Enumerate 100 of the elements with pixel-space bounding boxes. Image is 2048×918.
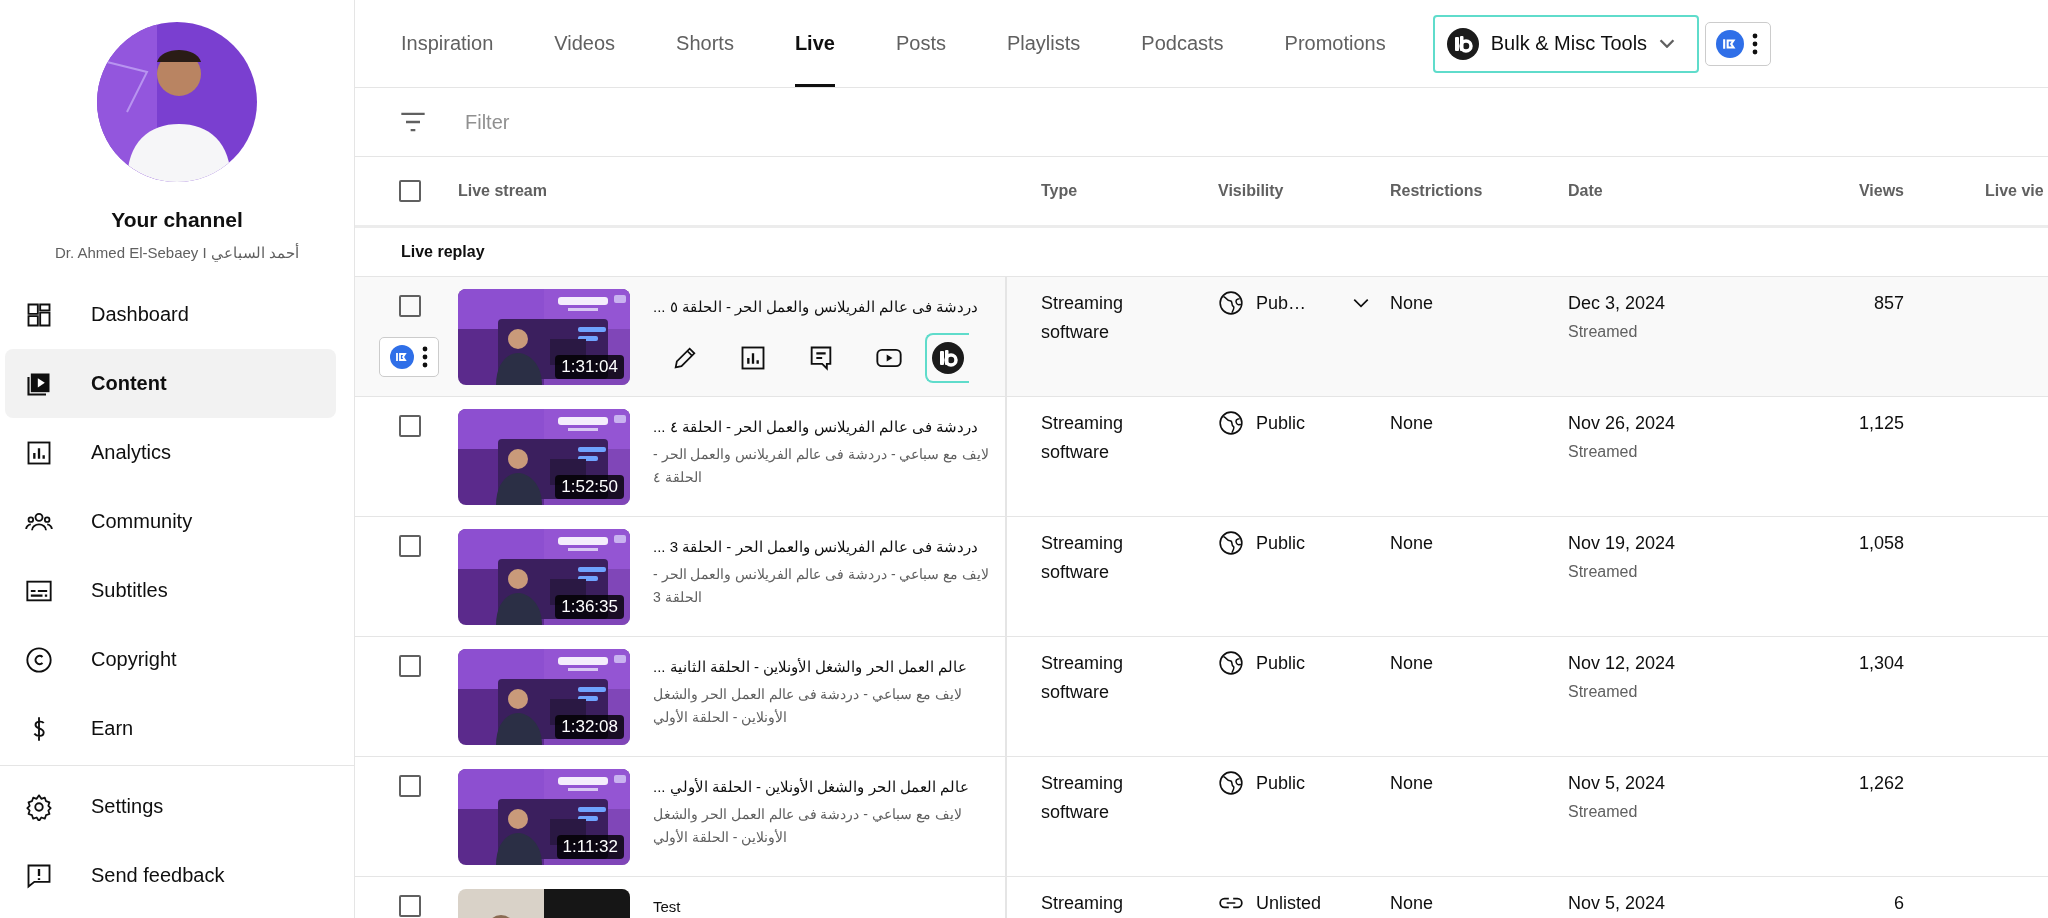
date-text: Dec 3, 2024 [1568,292,1667,315]
column-header[interactable]: Live vie [1904,182,2048,200]
tab[interactable]: Live [794,0,835,87]
sidebar-item[interactable]: Dashboard [5,280,336,349]
logo-icon [1446,27,1479,60]
checkbox[interactable] [399,415,421,437]
video-description: لايف مع سباعي - دردشة فى عالم العمل الحر والشغل الأونلاين - الحلقة الأولي [653,805,963,848]
date-status: Streamed [1568,562,1639,582]
visibility-text: Public [1256,412,1306,435]
globe-icon [1218,650,1244,676]
date-text: Nov 19, 2024 [1568,532,1677,555]
visibility-text: Public [1256,772,1306,795]
date-status: Streamed [1568,442,1639,462]
checkbox[interactable] [399,180,421,202]
copyright-icon [25,645,53,674]
checkbox[interactable] [399,295,421,317]
video-title[interactable]: دردشة فى عالم الفريلانس والعمل الحر - الحلقة ٥ ... [653,295,997,319]
date-text: Nov 12, 2024 [1568,652,1677,675]
sidebar-item[interactable]: Earn [5,694,336,763]
more-icon [422,346,428,368]
duration-badge: 1:11:32 [556,835,624,859]
visibility-text: Unlisted [1256,892,1322,915]
tab[interactable]: Podcasts [1141,0,1224,87]
column-header[interactable]: Type [1007,182,1218,200]
tools-dropdown[interactable]: Bulk & Misc Tools [1432,14,1700,73]
section-heading: Live replay [401,243,485,261]
tab[interactable]: Posts [895,0,946,87]
video-description: لايف مع سباعي - دردشة فى عالم الفريلانس والعمل الحر - الحلقة 3 [653,565,991,607]
video-title[interactable]: عالم العمل الحر والشغل الأونلاين - الحلقة الثانية ... [653,655,997,679]
type-text: software [1041,441,1111,464]
sidebar-item[interactable]: Send feedback [5,841,336,910]
extension-button[interactable] [925,333,969,383]
views-count: 857 [1873,293,1904,313]
video-title[interactable]: Test [653,895,997,918]
extension-icon [390,345,414,369]
duration-badge: 1:36:35 [555,595,624,619]
restrictions-text: None [1390,293,1434,313]
caret-icon [1659,39,1676,48]
visibility-text: Public [1256,532,1306,555]
column-header[interactable]: Visibility [1218,182,1390,200]
column-header[interactable]: Date [1568,182,1801,200]
type-text: Streaming [1041,892,1125,915]
settings-icon [25,792,53,821]
filter-field[interactable]: Filter [463,109,867,135]
type-text: Streaming [1041,772,1125,795]
table-row[interactable]: Test Streaming Unlisted None Nov 5, 2024 6 [355,877,2048,918]
tab[interactable]: Videos [554,0,616,87]
checkbox[interactable] [399,535,421,557]
sidebar-item[interactable]: Content [5,349,336,418]
tab[interactable]: Inspiration [401,0,494,87]
visibility-text: Public [1256,652,1306,675]
sidebar-item[interactable]: Community [5,487,336,556]
restrictions-text: None [1390,893,1434,913]
date-text: Nov 26, 2024 [1568,412,1677,435]
restrictions-text: None [1390,413,1434,433]
restrictions-text: None [1390,533,1434,553]
type-text: software [1041,801,1111,824]
video-description: لايف مع سباعي - دردشة فى عالم الفريلانس والعمل الحر - الحلقة ٤ [653,445,991,487]
date-status: Streamed [1568,802,1639,822]
tab[interactable]: Playlists [1006,0,1081,87]
sidebar-item[interactable]: Copyright [5,625,336,694]
tab[interactable]: Shorts [676,0,734,87]
type-text: software [1041,681,1111,704]
type-text: Streaming [1041,652,1125,675]
date-status: Streamed [1568,322,1639,342]
sidebar-item[interactable]: Subtitles [5,556,336,625]
column-header[interactable]: Restrictions [1390,182,1568,200]
sidebar-item[interactable]: Settings [5,772,336,841]
globe-icon [1218,410,1244,436]
analytics-icon[interactable] [739,344,767,372]
duration-badge: 1:32:08 [555,715,624,739]
views-count: 1,262 [1858,773,1904,793]
checkbox[interactable] [399,655,421,677]
column-header[interactable]: Live stream [458,182,1007,200]
type-text: software [1041,321,1111,344]
column-header[interactable]: Views [1801,182,1904,200]
more-icon [1752,32,1759,55]
views-count: 1,058 [1858,533,1904,553]
sidebar-item[interactable]: Analytics [5,418,336,487]
visibility-text: Pub… [1256,292,1307,315]
globe-icon [1218,290,1244,316]
type-text: software [1041,561,1111,584]
tab[interactable]: Promotions [1284,0,1386,87]
restrictions-text: None [1390,653,1434,673]
duration-badge: 1:52:50 [555,475,624,499]
restrictions-text: None [1390,773,1434,793]
globe-icon [1218,530,1244,556]
views-count: 1,125 [1858,413,1904,433]
globe-icon [1218,770,1244,796]
date-text: Nov 5, 2024 [1568,892,1667,915]
views-count: 1,304 [1858,653,1904,673]
date-text: Nov 5, 2024 [1568,772,1667,795]
video-title[interactable]: عالم العمل الحر والشغل الأونلاين - الحلقة الأولي ... [653,775,997,799]
video-title[interactable]: دردشة فى عالم الفريلانس والعمل الحر - الحلقة ٤ ... [653,415,997,439]
checkbox[interactable] [399,775,421,797]
video-title[interactable]: دردشة فى عالم الفريلانس والعمل الحر - الحلقة 3 ... [653,535,997,559]
type-text: Streaming [1041,412,1125,435]
channel-name: Dr. Ahmed El-Sebaey I أحمد السباعي [53,244,301,262]
type-text: Streaming [1041,292,1125,315]
checkbox[interactable] [399,895,421,917]
